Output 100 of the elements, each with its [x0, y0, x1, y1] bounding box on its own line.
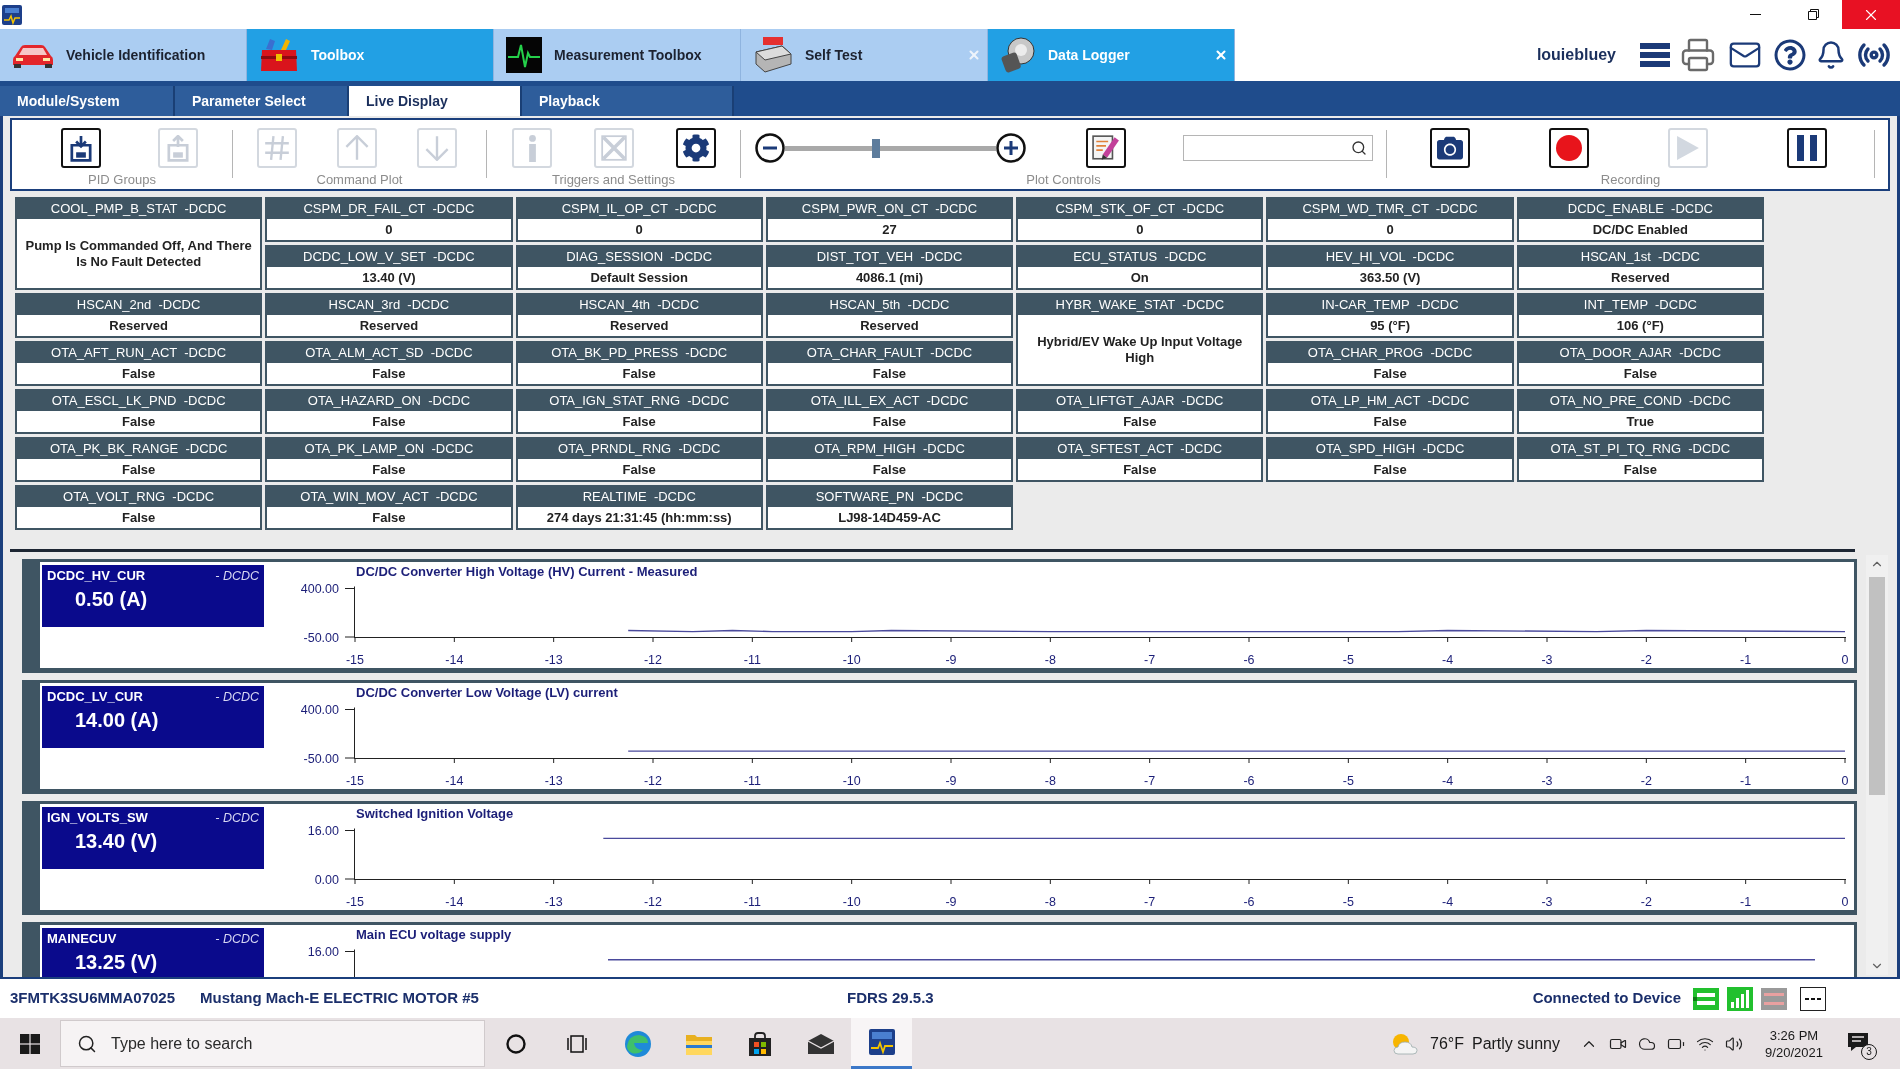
- vertical-scrollbar[interactable]: [1866, 555, 1888, 975]
- sun-cloud-icon: [1392, 1032, 1418, 1055]
- pause-icon: [1797, 135, 1817, 161]
- taskbar-search-box[interactable]: Type here to search: [60, 1020, 485, 1067]
- zoom-in-button[interactable]: [996, 133, 1026, 163]
- x-tick-label: -15: [345, 652, 365, 667]
- pid-header: OTA_DOOR_AJAR -DCDC: [1518, 343, 1762, 363]
- printer-icon[interactable]: [1680, 37, 1716, 73]
- x-tick-label: -9: [945, 773, 957, 788]
- main-tab[interactable]: Self Test: [741, 29, 988, 81]
- x-tick-label: -15: [345, 773, 365, 788]
- clock-time: 3:26 PM: [1769, 1026, 1819, 1044]
- x-tick-label: -3: [1541, 894, 1553, 909]
- pid-name: DCDC_HV_CUR: [47, 568, 146, 584]
- x-tick-label: -4: [1442, 652, 1454, 667]
- scrollbar-thumb[interactable]: [1869, 577, 1885, 795]
- search-input[interactable]: Type here to search: [111, 1031, 476, 1056]
- pid-value: False: [371, 460, 407, 479]
- pid-value: Reserved: [608, 316, 670, 335]
- x-tick-label: -1: [1740, 773, 1752, 788]
- x-tick-label: -2: [1640, 894, 1652, 909]
- pid-value: False: [871, 412, 908, 431]
- pid-value: False: [621, 364, 657, 383]
- pid-value: True: [1625, 412, 1656, 431]
- x-tick-label: -7: [1144, 894, 1156, 909]
- settings-button[interactable]: [676, 128, 716, 168]
- save-group-button[interactable]: [61, 128, 101, 168]
- pid-value: False: [621, 460, 657, 479]
- x-tick-label: -8: [1044, 652, 1056, 667]
- search-field[interactable]: [1183, 135, 1373, 161]
- envelope-icon: [807, 1033, 834, 1054]
- volume-icon[interactable]: [1724, 1034, 1743, 1053]
- sub-tab[interactable]: Playback: [522, 86, 734, 116]
- taskbar-app-button[interactable]: [851, 1018, 912, 1069]
- pid-header: SOFTWARE_PN -DCDC: [767, 487, 1012, 507]
- pid-header: OTA_LP_HM_ACT -DCDC: [1268, 391, 1512, 411]
- sub-tab[interactable]: Parameter Select: [175, 86, 349, 116]
- pid-value: False: [121, 364, 157, 383]
- pid-value: Reserved: [358, 316, 420, 335]
- pid-value: Default Session: [589, 268, 689, 287]
- restore-icon: [1807, 9, 1819, 20]
- y-tick-label: 400.00: [300, 703, 339, 717]
- module-label: - DCDC: [215, 810, 259, 826]
- pid-header: COOL_PMP_B_STAT -DCDC: [17, 199, 261, 219]
- y-tick-label: 16.00: [307, 945, 339, 959]
- pause-button[interactable]: [1787, 128, 1827, 168]
- toolbox-icon: [259, 38, 299, 72]
- disk-arrow-down-icon: [70, 134, 92, 162]
- main-tab[interactable]: Vehicle Identification: [0, 29, 247, 81]
- pid-value: 106 (°F): [1615, 316, 1665, 335]
- slider-thumb[interactable]: [871, 138, 880, 158]
- y-tick-label: 400.00: [300, 582, 339, 596]
- main-tab[interactable]: Measurement Toolbox: [494, 29, 741, 81]
- notifications-icon[interactable]: [1816, 39, 1846, 71]
- x-tick-label: -12: [643, 894, 663, 909]
- x-tick-label: -5: [1342, 773, 1354, 788]
- dashes-icon: [1800, 986, 1826, 1011]
- help-icon[interactable]: [1774, 39, 1806, 71]
- clock-date: 9/20/2021: [1765, 1043, 1823, 1061]
- plot-edit-button[interactable]: [1086, 128, 1126, 168]
- menu-icon[interactable]: [1640, 43, 1670, 67]
- sub-tab[interactable]: Live Display: [349, 86, 522, 116]
- module-label: - DCDC: [215, 689, 259, 705]
- notification-count: 3: [1861, 1043, 1877, 1060]
- x-tick-label: -13: [544, 652, 563, 667]
- pid-header: OTA_AFT_RUN_ACT -DCDC: [17, 343, 261, 363]
- task-view-icon: [566, 1033, 587, 1054]
- play-icon: [1677, 136, 1699, 160]
- x-tick-label: -5: [1342, 894, 1354, 909]
- chart-title: Switched Ignition Voltage: [356, 805, 514, 821]
- pid-header: CSPM_IL_OP_CT -DCDC: [517, 199, 761, 219]
- close-tab-icon[interactable]: [1214, 48, 1228, 62]
- x-tick-label: -1: [1740, 894, 1752, 909]
- pid-header: DCDC_LOW_V_SET -DCDC: [267, 247, 511, 267]
- zoom-out-button[interactable]: [755, 133, 785, 163]
- pid-value: Hybrid/EV Wake Up Input Voltage High: [1036, 332, 1244, 367]
- x-tick-label: -6: [1243, 652, 1255, 667]
- plus-circle-icon: [996, 133, 1026, 163]
- pid-header: OTA_RPM_HIGH -DCDC: [767, 439, 1012, 459]
- x-tick-label: -10: [842, 773, 861, 788]
- search-icon: [77, 1033, 97, 1054]
- x-tick-label: -12: [643, 652, 663, 667]
- pid-header: DIAG_SESSION -DCDC: [517, 247, 761, 267]
- y-tick-label: 16.00: [307, 824, 339, 838]
- x-tick-label: -9: [945, 894, 957, 909]
- pid-header: OTA_VOLT_RNG -DCDC: [17, 487, 261, 507]
- x-tick-label: -7: [1144, 773, 1156, 788]
- pid-value: False: [1372, 460, 1408, 479]
- pid-header: OTA_SFTEST_ACT -DCDC: [1018, 439, 1262, 459]
- pid-header: OTA_ALM_ACT_SD -DCDC: [267, 343, 511, 363]
- x-tick-label: -14: [445, 773, 464, 788]
- pid-header: HSCAN_5th -DCDC: [767, 295, 1012, 315]
- sub-tab[interactable]: Module/System: [0, 86, 175, 116]
- snapshot-button[interactable]: [1430, 128, 1470, 168]
- pid-value: 363.50 (V): [1358, 268, 1422, 287]
- pid-value: On: [1129, 268, 1150, 287]
- x-tick-label: -14: [445, 652, 464, 667]
- weather-condition: Partly sunny: [1471, 1033, 1560, 1054]
- record-button[interactable]: [1549, 128, 1589, 168]
- connection-device-icon: [1693, 987, 1719, 1010]
